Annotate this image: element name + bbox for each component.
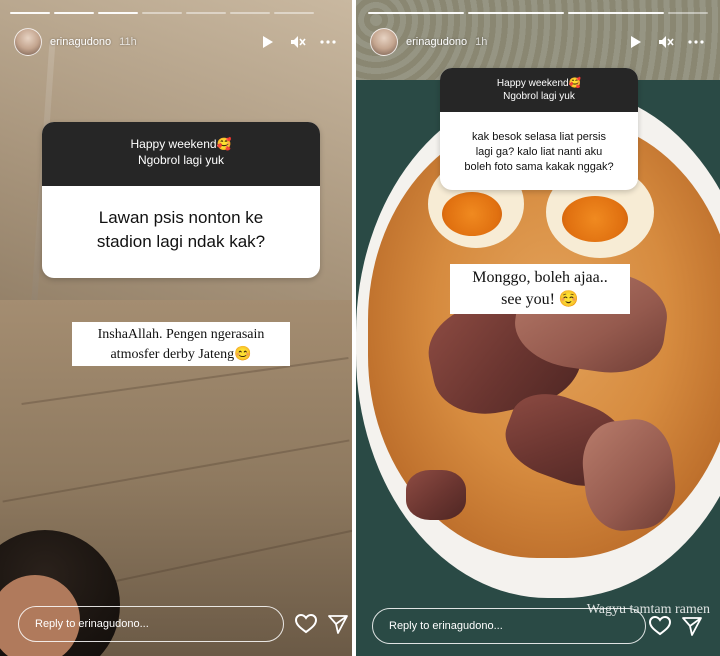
question-text-line: stadion lagi ndak kak? [96,232,266,251]
progress-segment [10,12,50,14]
beef-slice [406,470,466,520]
play-icon[interactable] [258,32,278,52]
send-icon[interactable] [680,614,704,638]
more-icon[interactable] [318,32,338,52]
egg-yolk [562,196,628,242]
question-header: Happy weekend🥰 Ngobrol lagi yuk [440,68,638,112]
reply-input[interactable]: Reply to erinagudono... [18,606,284,642]
question-text-line: Lawan psis nonton ke [98,208,264,227]
story-left: erinagudono 11h Happy weekend🥰 Ngobrol l… [0,0,352,656]
question-header-line: Ngobrol lagi yuk [137,153,225,167]
answer-text: Monggo, boleh ajaa.. see you! ☺️ [450,264,630,314]
reply-placeholder: Reply to erinagudono... [389,620,503,632]
question-header: Happy weekend🥰 Ngobrol lagi yuk [42,122,320,186]
story-right: erinagudono 1h Happy weekend🥰 Ngobrol la… [356,0,720,656]
progress-segment [186,12,226,14]
answer-line: atmosfer derby Jateng😊 [110,347,252,362]
answer-line: see you! ☺️ [501,291,579,308]
question-header-line: Ngobrol lagi yuk [503,91,575,102]
story-progress-bar [10,12,342,14]
progress-segment [368,12,464,14]
more-icon[interactable] [686,32,706,52]
heart-icon[interactable] [294,612,318,636]
answer-line: InshaAllah. Pengen ngerasain [97,327,265,342]
username[interactable]: erinagudono [406,36,467,48]
egg-yolk [442,192,502,236]
story-progress-bar [368,12,708,14]
progress-segment [274,12,314,14]
question-sticker: Happy weekend🥰 Ngobrol lagi yuk Lawan ps… [42,122,320,278]
question-sticker: Happy weekend🥰 Ngobrol lagi yuk kak beso… [440,68,638,190]
question-text-line: boleh foto sama kakak nggak? [464,161,614,173]
progress-segment [98,12,138,14]
question-text: Lawan psis nonton ke stadion lagi ndak k… [42,186,320,254]
mute-icon[interactable] [656,32,676,52]
avatar[interactable] [370,28,398,56]
answer-line: Monggo, boleh ajaa.. [472,269,608,286]
reply-input[interactable]: Reply to erinagudono... [372,608,646,644]
post-time: 11h [119,36,137,48]
heart-icon[interactable] [648,614,672,638]
progress-segment [568,12,664,14]
story-header: erinagudono 1h [356,26,720,58]
progress-segment [668,12,708,14]
question-text-line: kak besok selasa liat persis [472,131,606,143]
play-icon[interactable] [626,32,646,52]
answer-text: InshaAllah. Pengen ngerasain atmosfer de… [72,322,290,366]
send-icon[interactable] [326,612,350,636]
progress-segment [230,12,270,14]
reply-placeholder: Reply to erinagudono... [35,618,149,630]
question-text: kak besok selasa liat persis lagi ga? ka… [440,112,638,175]
question-text-line: lagi ga? kalo liat nanti aku [475,146,603,158]
story-header: erinagudono 11h [0,26,352,58]
progress-segment [54,12,94,14]
progress-segment [468,12,564,14]
question-header-line: Happy weekend🥰 [496,78,582,89]
progress-segment [142,12,182,14]
post-time: 1h [475,36,488,48]
question-header-line: Happy weekend🥰 [130,137,232,151]
mute-icon[interactable] [288,32,308,52]
username[interactable]: erinagudono [50,36,111,48]
avatar[interactable] [14,28,42,56]
